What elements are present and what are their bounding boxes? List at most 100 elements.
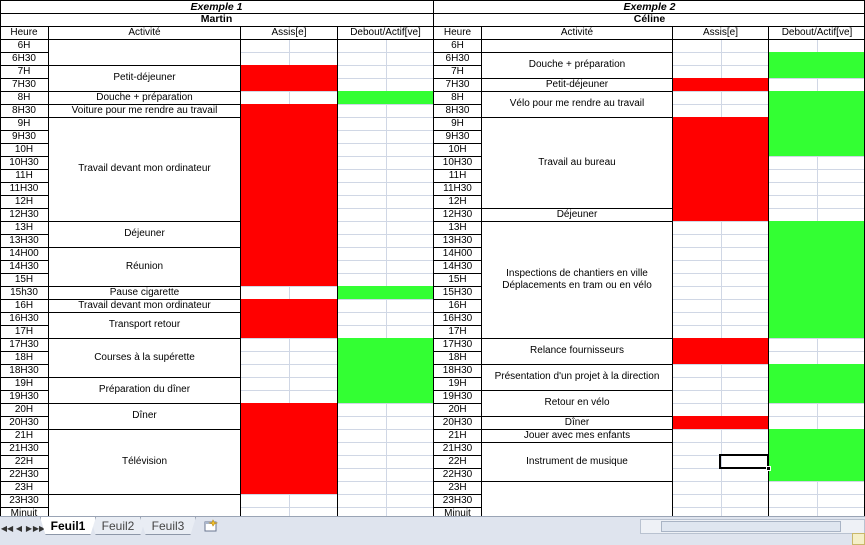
activity-cell[interactable]: Petit-déjeuner bbox=[482, 78, 672, 91]
activity-fill-seated[interactable] bbox=[673, 78, 768, 91]
hour-cell[interactable]: 19H bbox=[434, 377, 481, 390]
hour-cell[interactable]: 13H bbox=[434, 221, 481, 234]
activity-cell[interactable]: Télévision bbox=[49, 429, 240, 494]
hour-cell[interactable]: 21H bbox=[434, 429, 481, 442]
header-activity-right[interactable]: Activité bbox=[482, 26, 672, 39]
example2-name[interactable]: Céline bbox=[434, 13, 865, 26]
hour-cell[interactable]: 9H bbox=[434, 117, 481, 130]
hour-cell[interactable]: 21H bbox=[0, 429, 48, 442]
hour-cell[interactable]: 12H30 bbox=[0, 208, 48, 221]
activity-cell[interactable]: Travail devant mon ordinateur bbox=[49, 299, 240, 312]
activity-cell[interactable]: Douche + préparation bbox=[482, 52, 672, 78]
activity-cell[interactable]: Vélo pour me rendre au travail bbox=[482, 91, 672, 117]
hour-cell[interactable]: 6H bbox=[0, 39, 48, 52]
hour-cell[interactable]: 12H bbox=[434, 195, 481, 208]
hour-cell[interactable]: 20H30 bbox=[434, 416, 481, 429]
hour-cell[interactable]: 10H30 bbox=[0, 156, 48, 169]
hour-cell[interactable]: 6H30 bbox=[434, 52, 481, 65]
hour-cell[interactable]: 23H bbox=[434, 481, 481, 494]
hour-cell[interactable]: 6H bbox=[434, 39, 481, 52]
activity-cell[interactable]: Voiture pour me rendre au travail bbox=[49, 104, 240, 117]
hour-cell[interactable]: 14H00 bbox=[434, 247, 481, 260]
hour-cell[interactable]: Minuit bbox=[0, 507, 48, 516]
activity-cell[interactable]: Travail au bureau bbox=[482, 117, 672, 208]
activity-cell[interactable]: Inspections de chantiers en ville Déplace… bbox=[482, 221, 672, 338]
hour-cell[interactable]: 15h30 bbox=[0, 286, 48, 299]
hour-cell[interactable]: 17H bbox=[0, 325, 48, 338]
hour-cell[interactable]: 8H bbox=[0, 91, 48, 104]
activity-cell[interactable]: Petit-déjeuner bbox=[49, 65, 240, 91]
header-standing-right[interactable]: Debout/Actif[ve] bbox=[769, 26, 865, 39]
hour-cell[interactable]: 9H30 bbox=[434, 130, 481, 143]
activity-fill-standing[interactable] bbox=[769, 364, 865, 403]
hour-cell[interactable]: 16H bbox=[0, 299, 48, 312]
header-seated-left[interactable]: Assis[e] bbox=[241, 26, 337, 39]
activity-fill-standing[interactable] bbox=[769, 221, 865, 338]
hour-cell[interactable]: 19H30 bbox=[434, 390, 481, 403]
hour-cell[interactable]: 20H30 bbox=[0, 416, 48, 429]
tab-feuil1[interactable]: Feuil1 bbox=[40, 517, 96, 535]
hour-cell[interactable]: 19H bbox=[0, 377, 48, 390]
hour-cell[interactable]: 12H30 bbox=[434, 208, 481, 221]
hour-cell[interactable]: Minuit bbox=[434, 507, 481, 516]
header-hour-left[interactable]: Heure bbox=[0, 26, 48, 39]
activity-fill-standing[interactable] bbox=[338, 91, 433, 104]
activity-cell[interactable]: Douche + préparation bbox=[49, 91, 240, 104]
hour-cell[interactable]: 16H30 bbox=[0, 312, 48, 325]
activity-fill-seated[interactable] bbox=[241, 299, 337, 338]
insert-sheet-icon[interactable] bbox=[200, 518, 222, 534]
activity-fill-standing[interactable] bbox=[338, 338, 433, 403]
header-hour-right[interactable]: Heure bbox=[434, 26, 481, 39]
hour-cell[interactable]: 21H30 bbox=[0, 442, 48, 455]
hour-cell[interactable]: 14H30 bbox=[434, 260, 481, 273]
hour-cell[interactable]: 20H bbox=[434, 403, 481, 416]
hour-cell[interactable]: 7H bbox=[0, 65, 48, 78]
hour-cell[interactable]: 10H30 bbox=[434, 156, 481, 169]
hour-cell[interactable]: 7H30 bbox=[0, 78, 48, 91]
horizontal-scrollbar[interactable] bbox=[640, 519, 865, 534]
activity-cell[interactable]: Transport retour bbox=[49, 312, 240, 338]
activity-cell[interactable]: Préparation du dîner bbox=[49, 377, 240, 403]
hour-cell[interactable]: 10H bbox=[434, 143, 481, 156]
activity-fill-standing[interactable] bbox=[769, 429, 865, 481]
activity-cell[interactable]: Instrument de musique bbox=[482, 442, 672, 481]
activity-cell[interactable]: Dîner bbox=[482, 416, 672, 429]
hour-cell[interactable]: 23H30 bbox=[0, 494, 48, 507]
horizontal-scroll-thumb[interactable] bbox=[661, 521, 841, 532]
hour-cell[interactable]: 15H30 bbox=[434, 286, 481, 299]
activity-cell[interactable]: Travail devant mon ordinateur bbox=[49, 117, 240, 221]
hour-cell[interactable]: 8H30 bbox=[434, 104, 481, 117]
hour-cell[interactable]: 13H30 bbox=[434, 234, 481, 247]
hour-cell[interactable]: 19H30 bbox=[0, 390, 48, 403]
hour-cell[interactable]: 7H bbox=[434, 65, 481, 78]
hour-cell[interactable]: 11H30 bbox=[0, 182, 48, 195]
hour-cell[interactable]: 23H bbox=[0, 481, 48, 494]
hour-cell[interactable]: 9H30 bbox=[0, 130, 48, 143]
hour-cell[interactable]: 17H30 bbox=[0, 338, 48, 351]
hour-cell[interactable]: 18H30 bbox=[0, 364, 48, 377]
activity-cell[interactable]: Jouer avec mes enfants bbox=[482, 429, 672, 442]
hour-cell[interactable]: 20H bbox=[0, 403, 48, 416]
hour-cell[interactable]: 22H bbox=[434, 455, 481, 468]
hour-cell[interactable]: 11H bbox=[0, 169, 48, 182]
hour-cell[interactable]: 15H bbox=[0, 273, 48, 286]
example1-name[interactable]: Martin bbox=[0, 13, 433, 26]
activity-cell[interactable]: Retour en vélo bbox=[482, 390, 672, 416]
activity-cell[interactable]: Courses à la supérette bbox=[49, 338, 240, 377]
activity-cell[interactable]: Relance fournisseurs bbox=[482, 338, 672, 364]
hour-cell[interactable]: 17H bbox=[434, 325, 481, 338]
activity-cell[interactable]: Dîner bbox=[49, 403, 240, 429]
hour-cell[interactable]: 9H bbox=[0, 117, 48, 130]
hour-cell[interactable]: 10H bbox=[0, 143, 48, 156]
activity-fill-seated[interactable] bbox=[673, 117, 768, 221]
first-sheet-icon[interactable]: ◀◀ bbox=[1, 521, 13, 535]
hour-cell[interactable]: 13H bbox=[0, 221, 48, 234]
hour-cell[interactable]: 17H30 bbox=[434, 338, 481, 351]
activity-cell[interactable]: Déjeuner bbox=[482, 208, 672, 221]
activity-cell[interactable]: Réunion bbox=[49, 247, 240, 286]
hour-cell[interactable]: 8H bbox=[434, 91, 481, 104]
spreadsheet-grid[interactable]: Exemple 1 Martin Exemple 2 Céline Heure … bbox=[0, 0, 865, 516]
header-activity-left[interactable]: Activité bbox=[49, 26, 240, 39]
prev-sheet-icon[interactable]: ◀ bbox=[14, 521, 24, 535]
activity-fill-seated[interactable] bbox=[241, 65, 337, 91]
